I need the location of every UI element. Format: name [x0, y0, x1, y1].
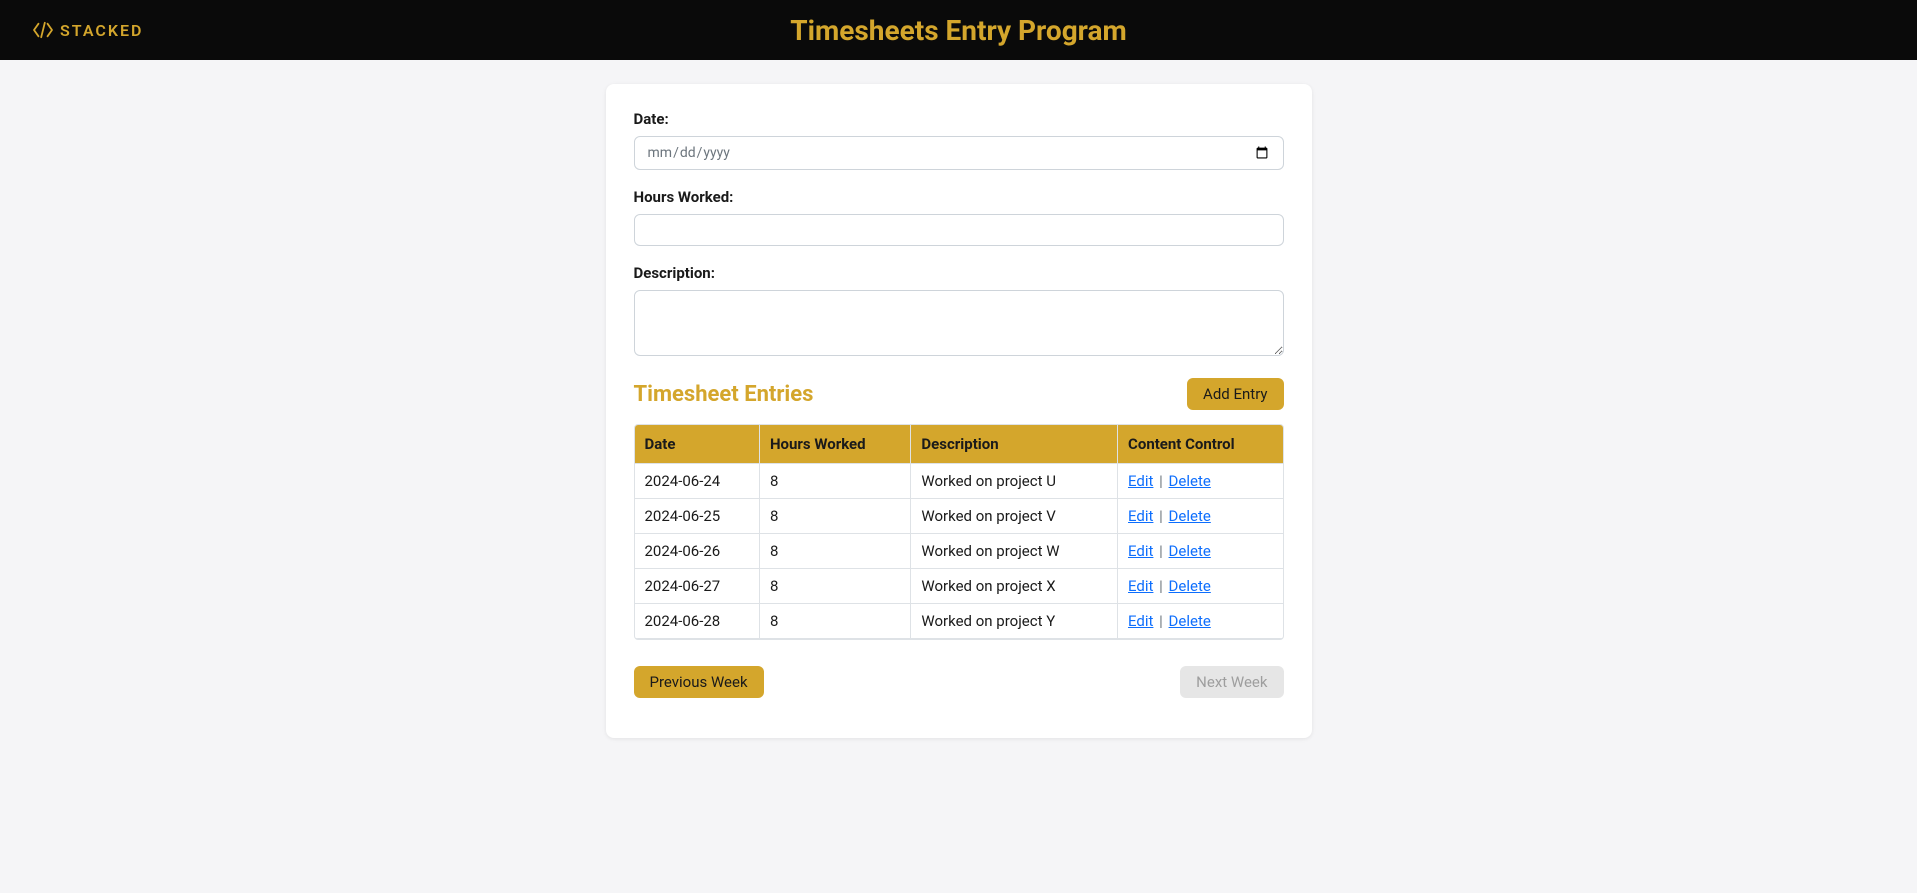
cell-date: 2024-06-25 — [635, 499, 760, 534]
action-separator: | — [1155, 542, 1166, 560]
add-entry-button[interactable]: Add Entry — [1187, 378, 1283, 410]
table-row: 2024-06-248Worked on project UEdit | Del… — [635, 464, 1283, 499]
edit-link[interactable]: Edit — [1128, 507, 1153, 525]
cell-hours: 8 — [759, 499, 910, 534]
action-separator: | — [1155, 472, 1166, 490]
action-separator: | — [1155, 507, 1166, 525]
table-row: 2024-06-288Worked on project YEdit | Del… — [635, 604, 1283, 639]
description-input[interactable] — [634, 290, 1284, 356]
delete-link[interactable]: Delete — [1169, 577, 1211, 595]
table-row: 2024-06-258Worked on project VEdit | Del… — [635, 499, 1283, 534]
cell-actions: Edit | Delete — [1118, 499, 1283, 534]
description-label: Description: — [634, 264, 1284, 282]
cell-actions: Edit | Delete — [1118, 534, 1283, 569]
col-description: Description — [911, 425, 1118, 464]
col-date: Date — [635, 425, 760, 464]
date-label: Date: — [634, 110, 1284, 128]
table-header-row: Date Hours Worked Description Content Co… — [635, 425, 1283, 464]
cell-hours: 8 — [759, 604, 910, 639]
entries-heading: Timesheet Entries — [634, 382, 814, 407]
entries-table: Date Hours Worked Description Content Co… — [635, 425, 1283, 639]
delete-link[interactable]: Delete — [1169, 612, 1211, 630]
cell-date: 2024-06-24 — [635, 464, 760, 499]
edit-link[interactable]: Edit — [1128, 542, 1153, 560]
cell-description: Worked on project X — [911, 569, 1118, 604]
cell-description: Worked on project Y — [911, 604, 1118, 639]
cell-hours: 8 — [759, 534, 910, 569]
cell-description: Worked on project U — [911, 464, 1118, 499]
col-content-control: Content Control — [1118, 425, 1283, 464]
cell-date: 2024-06-26 — [635, 534, 760, 569]
hours-input[interactable] — [634, 214, 1284, 246]
edit-link[interactable]: Edit — [1128, 472, 1153, 490]
code-brackets-icon — [32, 21, 54, 39]
delete-link[interactable]: Delete — [1169, 542, 1211, 560]
previous-week-button[interactable]: Previous Week — [634, 666, 764, 698]
action-separator: | — [1155, 612, 1166, 630]
cell-actions: Edit | Delete — [1118, 604, 1283, 639]
brand-logo: STACKED — [32, 21, 143, 40]
delete-link[interactable]: Delete — [1169, 507, 1211, 525]
hours-label: Hours Worked: — [634, 188, 1284, 206]
action-separator: | — [1155, 577, 1166, 595]
cell-hours: 8 — [759, 464, 910, 499]
date-input[interactable] — [634, 136, 1284, 170]
cell-date: 2024-06-28 — [635, 604, 760, 639]
cell-actions: Edit | Delete — [1118, 569, 1283, 604]
table-row: 2024-06-268Worked on project WEdit | Del… — [635, 534, 1283, 569]
cell-description: Worked on project V — [911, 499, 1118, 534]
next-week-button[interactable]: Next Week — [1180, 666, 1283, 698]
app-header: STACKED Timesheets Entry Program — [0, 0, 1917, 60]
cell-date: 2024-06-27 — [635, 569, 760, 604]
cell-hours: 8 — [759, 569, 910, 604]
entries-table-wrap: Date Hours Worked Description Content Co… — [634, 424, 1284, 640]
delete-link[interactable]: Delete — [1169, 472, 1211, 490]
brand-text: STACKED — [60, 21, 143, 40]
edit-link[interactable]: Edit — [1128, 577, 1153, 595]
cell-description: Worked on project W — [911, 534, 1118, 569]
edit-link[interactable]: Edit — [1128, 612, 1153, 630]
col-hours: Hours Worked — [759, 425, 910, 464]
table-row: 2024-06-278Worked on project XEdit | Del… — [635, 569, 1283, 604]
page-title: Timesheets Entry Program — [790, 14, 1126, 47]
timesheet-card: Date: Hours Worked: Description: Timeshe… — [606, 84, 1312, 738]
cell-actions: Edit | Delete — [1118, 464, 1283, 499]
